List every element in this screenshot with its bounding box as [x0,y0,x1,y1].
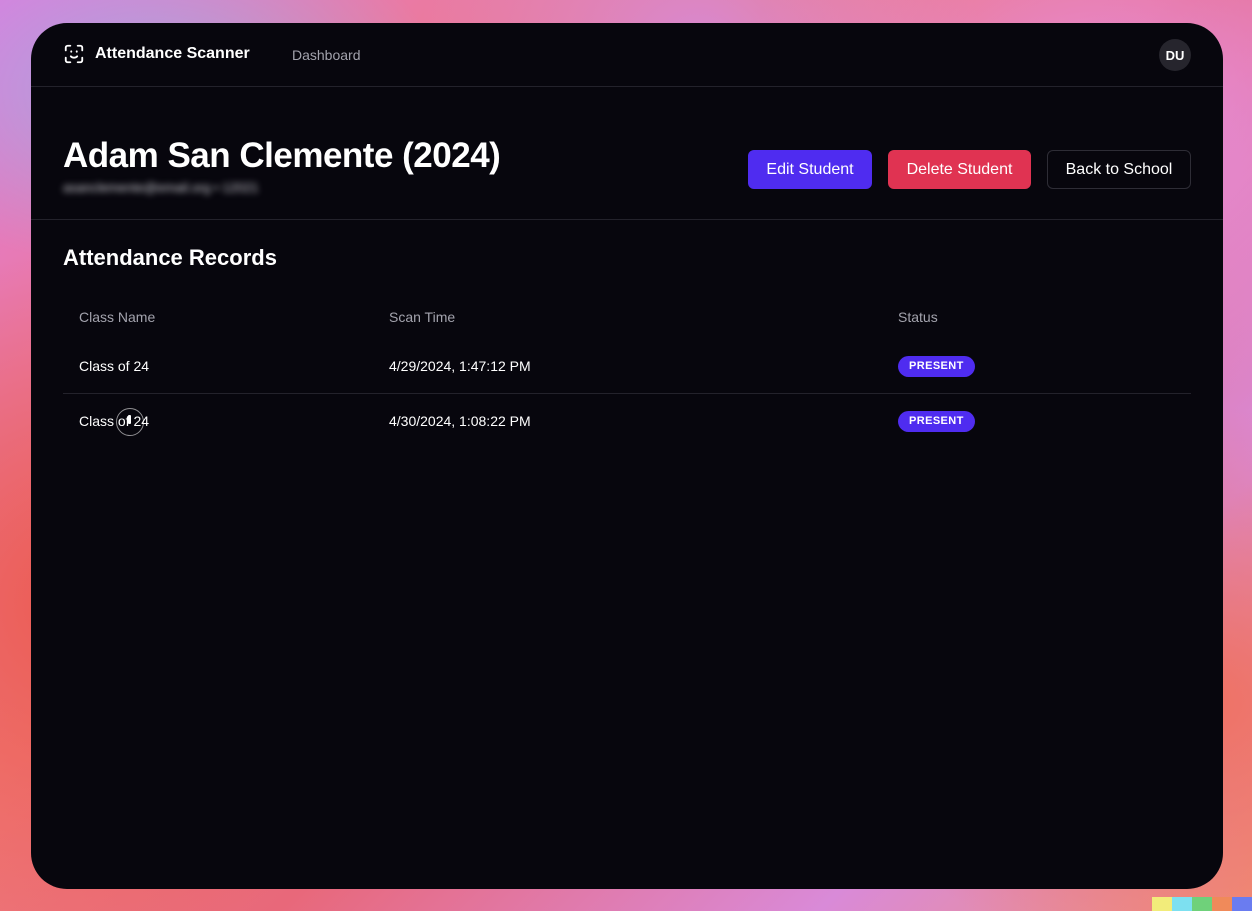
cell-scan-time: 4/29/2024, 1:47:12 PM [389,358,531,374]
top-navbar: Attendance Scanner Dashboard DU [31,23,1223,87]
cell-scan-time: 4/30/2024, 1:08:22 PM [389,413,531,429]
cell-class-name: Class of 24 [79,413,150,429]
user-avatar[interactable]: DU [1159,39,1191,71]
face-scan-icon [64,44,84,64]
table-header: Class Name Scan Time Status [63,295,1191,339]
nav-dashboard-link[interactable]: Dashboard [292,47,361,63]
app-title: Attendance Scanner [95,45,250,62]
attendance-records-heading: Attendance Records [63,245,277,270]
table-row[interactable]: Class of 24 4/29/2024, 1:47:12 PM PRESEN… [63,339,1191,394]
back-to-school-button[interactable]: Back to School [1047,150,1191,189]
brand[interactable]: Attendance Scanner [63,43,250,65]
dock-fragment [1152,897,1252,911]
cell-class-name: Class of 24 [79,358,150,374]
student-header: Adam San Clemente (2024) asanclemente@em… [31,88,1223,220]
attendance-table: Class Name Scan Time Status Class of 24 … [63,295,1191,449]
column-header-class-name: Class Name [79,309,156,325]
app-window: Attendance Scanner Dashboard DU Adam San… [31,23,1223,889]
status-badge: PRESENT [898,356,975,377]
table-row[interactable]: Class of 24 4/30/2024, 1:08:22 PM PRESEN… [63,394,1191,449]
column-header-scan-time: Scan Time [389,309,456,325]
delete-student-button[interactable]: Delete Student [888,150,1031,189]
edit-student-button[interactable]: Edit Student [748,150,872,189]
student-subtitle: asanclemente@email.org • 12021 [63,180,259,195]
status-badge: PRESENT [898,411,975,432]
column-header-status: Status [898,309,938,325]
student-name-heading: Adam San Clemente (2024) [63,136,501,175]
